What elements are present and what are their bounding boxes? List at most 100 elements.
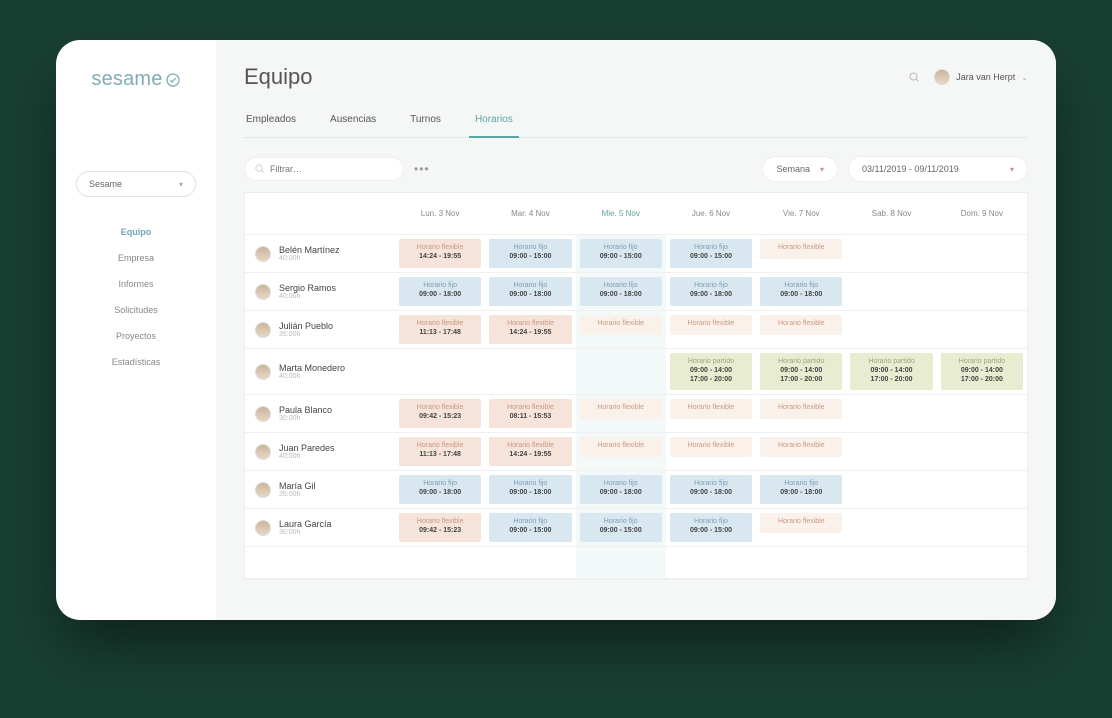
date-range-select[interactable]: 03/11/2019 - 09/11/2019 ▾ — [848, 156, 1028, 182]
schedule-cell[interactable]: Horario flexible08:11 - 15:53 — [485, 395, 575, 433]
schedule-cell[interactable]: Horario flexible — [576, 311, 666, 349]
shift-block[interactable]: Horario fijo09:00 - 18:00 — [399, 475, 481, 504]
shift-block[interactable]: Horario flexible09:42 - 15:23 — [399, 399, 481, 428]
schedule-cell[interactable] — [937, 471, 1027, 509]
shift-block[interactable]: Horario flexible14:24 - 19:55 — [399, 239, 481, 268]
shift-block[interactable]: Horario partido09:00 - 14:0017:00 - 20:0… — [670, 353, 752, 390]
schedule-cell[interactable] — [937, 395, 1027, 433]
schedule-cell[interactable]: Horario fijo09:00 - 15:00 — [485, 235, 575, 273]
schedule-cell[interactable] — [937, 273, 1027, 311]
schedule-cell[interactable] — [846, 235, 936, 273]
schedule-cell[interactable]: Horario flexible — [756, 433, 846, 471]
tab-ausencias[interactable]: Ausencias — [328, 104, 378, 137]
shift-block[interactable]: Horario flexible — [580, 315, 662, 335]
schedule-cell[interactable]: Horario partido09:00 - 14:0017:00 - 20:0… — [937, 349, 1027, 395]
search-icon[interactable] — [908, 71, 920, 83]
shift-block[interactable]: Horario partido09:00 - 14:0017:00 - 20:0… — [760, 353, 842, 390]
tab-horarios[interactable]: Horarios — [473, 104, 515, 137]
schedule-cell[interactable]: Horario flexible — [666, 433, 756, 471]
shift-block[interactable]: Horario flexible — [670, 315, 752, 335]
shift-block[interactable]: Horario flexible — [760, 399, 842, 419]
schedule-cell[interactable] — [846, 273, 936, 311]
schedule-cell[interactable]: Horario fijo09:00 - 18:00 — [485, 471, 575, 509]
shift-block[interactable]: Horario fijo09:00 - 15:00 — [489, 239, 571, 268]
shift-block[interactable]: Horario fijo09:00 - 18:00 — [580, 277, 662, 306]
schedule-cell[interactable] — [937, 433, 1027, 471]
schedule-cell[interactable]: Horario flexible — [576, 433, 666, 471]
schedule-cell[interactable]: Horario fijo09:00 - 15:00 — [576, 509, 666, 547]
shift-block[interactable]: Horario fijo09:00 - 15:00 — [580, 239, 662, 268]
shift-block[interactable]: Horario flexible11:13 - 17:48 — [399, 437, 481, 466]
schedule-cell[interactable]: Horario fijo09:00 - 18:00 — [485, 273, 575, 311]
shift-block[interactable]: Horario flexible — [580, 437, 662, 457]
schedule-cell[interactable]: Horario fijo09:00 - 18:00 — [395, 471, 485, 509]
schedule-cell[interactable]: Horario flexible09:42 - 15:23 — [395, 509, 485, 547]
shift-block[interactable]: Horario fijo09:00 - 18:00 — [760, 277, 842, 306]
schedule-cell[interactable] — [846, 433, 936, 471]
schedule-cell[interactable]: Horario partido09:00 - 14:0017:00 - 20:0… — [666, 349, 756, 395]
schedule-cell[interactable] — [485, 349, 575, 395]
schedule-cell[interactable]: Horario fijo09:00 - 18:00 — [666, 273, 756, 311]
sidebar-item-estadísticas[interactable]: Estadísticas — [112, 357, 161, 367]
schedule-cell[interactable]: Horario flexible — [756, 509, 846, 547]
shift-block[interactable]: Horario fijo09:00 - 18:00 — [399, 277, 481, 306]
schedule-cell[interactable] — [937, 235, 1027, 273]
sidebar-item-informes[interactable]: Informes — [118, 279, 153, 289]
shift-block[interactable]: Horario flexible — [580, 399, 662, 419]
shift-block[interactable]: Horario flexible08:11 - 15:53 — [489, 399, 571, 428]
schedule-cell[interactable]: Horario flexible — [666, 311, 756, 349]
schedule-cell[interactable]: Horario fijo09:00 - 18:00 — [576, 471, 666, 509]
view-select[interactable]: Semana ▾ — [762, 156, 838, 182]
schedule-cell[interactable] — [846, 471, 936, 509]
shift-block[interactable]: Horario fijo09:00 - 18:00 — [670, 475, 752, 504]
schedule-cell[interactable]: Horario flexible11:13 - 17:48 — [395, 311, 485, 349]
shift-block[interactable]: Horario flexible — [760, 437, 842, 457]
shift-block[interactable]: Horario flexible — [760, 239, 842, 259]
shift-block[interactable]: Horario flexible — [670, 399, 752, 419]
schedule-cell[interactable] — [576, 349, 666, 395]
schedule-cell[interactable]: Horario fijo09:00 - 18:00 — [666, 471, 756, 509]
shift-block[interactable]: Horario fijo09:00 - 15:00 — [670, 513, 752, 542]
schedule-cell[interactable]: Horario flexible — [756, 395, 846, 433]
shift-block[interactable]: Horario flexible11:13 - 17:48 — [399, 315, 481, 344]
schedule-cell[interactable]: Horario fijo09:00 - 15:00 — [666, 235, 756, 273]
schedule-cell[interactable] — [937, 311, 1027, 349]
schedule-cell[interactable]: Horario fijo09:00 - 15:00 — [485, 509, 575, 547]
shift-block[interactable]: Horario fijo09:00 - 15:00 — [670, 239, 752, 268]
schedule-cell[interactable]: Horario flexible — [756, 311, 846, 349]
schedule-cell[interactable]: Horario fijo09:00 - 18:00 — [576, 273, 666, 311]
shift-block[interactable]: Horario partido09:00 - 14:0017:00 - 20:0… — [941, 353, 1023, 390]
schedule-cell[interactable]: Horario partido09:00 - 14:0017:00 - 20:0… — [846, 349, 936, 395]
sidebar-item-equipo[interactable]: Equipo — [121, 227, 152, 237]
sidebar-item-solicitudes[interactable]: Solicitudes — [114, 305, 158, 315]
schedule-cell[interactable]: Horario flexible — [666, 395, 756, 433]
shift-block[interactable]: Horario flexible — [760, 513, 842, 533]
schedule-cell[interactable] — [937, 509, 1027, 547]
schedule-cell[interactable]: Horario flexible11:13 - 17:48 — [395, 433, 485, 471]
org-select[interactable]: Sesame ▾ — [76, 171, 196, 197]
shift-block[interactable]: Horario flexible09:42 - 15:23 — [399, 513, 481, 542]
shift-block[interactable]: Horario fijo09:00 - 18:00 — [489, 475, 571, 504]
schedule-cell[interactable]: Horario flexible14:24 - 19:55 — [485, 311, 575, 349]
shift-block[interactable]: Horario partido09:00 - 14:0017:00 - 20:0… — [850, 353, 932, 390]
schedule-cell[interactable]: Horario flexible — [576, 395, 666, 433]
schedule-cell[interactable]: Horario flexible09:42 - 15:23 — [395, 395, 485, 433]
schedule-cell[interactable]: Horario fijo09:00 - 15:00 — [576, 235, 666, 273]
schedule-cell[interactable]: Horario flexible14:24 - 19:55 — [485, 433, 575, 471]
more-button[interactable]: ••• — [414, 162, 430, 176]
shift-block[interactable]: Horario fijo09:00 - 18:00 — [670, 277, 752, 306]
shift-block[interactable]: Horario fijo09:00 - 18:00 — [760, 475, 842, 504]
schedule-cell[interactable] — [846, 395, 936, 433]
schedule-cell[interactable]: Horario fijo09:00 - 18:00 — [395, 273, 485, 311]
schedule-cell[interactable]: Horario flexible14:24 - 19:55 — [395, 235, 485, 273]
shift-block[interactable]: Horario flexible — [670, 437, 752, 457]
tab-empleados[interactable]: Empleados — [244, 104, 298, 137]
schedule-cell[interactable]: Horario fijo09:00 - 18:00 — [756, 471, 846, 509]
shift-block[interactable]: Horario fijo09:00 - 18:00 — [489, 277, 571, 306]
shift-block[interactable]: Horario flexible14:24 - 19:55 — [489, 315, 571, 344]
shift-block[interactable]: Horario fijo09:00 - 18:00 — [580, 475, 662, 504]
schedule-cell[interactable]: Horario flexible — [756, 235, 846, 273]
filter-input[interactable] — [244, 157, 404, 181]
sidebar-item-empresa[interactable]: Empresa — [118, 253, 154, 263]
shift-block[interactable]: Horario flexible14:24 - 19:55 — [489, 437, 571, 466]
